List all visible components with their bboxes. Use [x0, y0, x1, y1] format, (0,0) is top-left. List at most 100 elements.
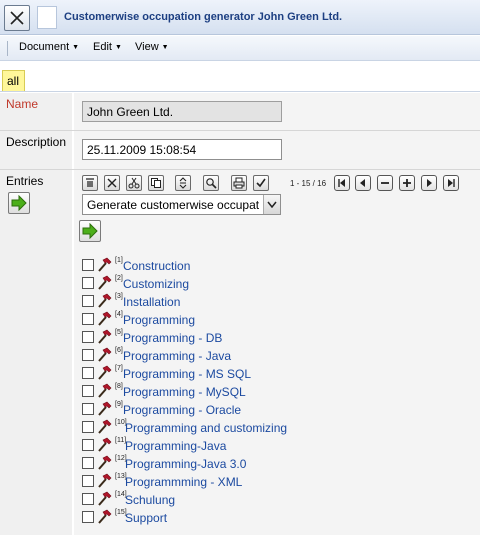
previous-page-button[interactable]	[355, 175, 371, 191]
cut-button[interactable]	[126, 175, 142, 191]
entry-link[interactable]: Programming	[123, 313, 195, 327]
entries-label-cell: Entries	[0, 170, 72, 535]
remove-button[interactable]	[377, 175, 393, 191]
entry-link[interactable]: Construction	[123, 259, 190, 273]
execute-action-button[interactable]	[79, 220, 101, 242]
entry-checkbox[interactable]	[82, 385, 94, 397]
delete-icon	[107, 178, 117, 188]
list-item: [1] Construction	[82, 257, 462, 275]
pager-text: 1 - 15 / 16	[290, 179, 327, 188]
first-page-button[interactable]	[334, 175, 350, 191]
entry-checkbox[interactable]	[82, 259, 94, 271]
entry-checkbox[interactable]	[82, 313, 94, 325]
copy-button[interactable]	[148, 175, 164, 191]
entry-checkbox[interactable]	[82, 349, 94, 361]
entry-checkbox[interactable]	[82, 421, 94, 433]
entry-checkbox[interactable]	[82, 367, 94, 379]
list-item: [6] Programming - Java	[82, 347, 462, 365]
entry-link[interactable]: Programming and customizing	[125, 421, 287, 435]
move-top-button[interactable]	[82, 175, 98, 191]
list-item: [8] Programming - MySQL	[82, 383, 462, 401]
entry-checkbox[interactable]	[82, 331, 94, 343]
menu-document-label: Document	[19, 41, 70, 53]
action-select-value: Generate customerwise occupat	[87, 198, 260, 212]
chevron-down-icon	[267, 201, 277, 208]
menu-separator	[7, 41, 8, 56]
name-cell: John Green Ltd.	[74, 93, 480, 130]
entries-cell: 1 - 15 / 16 Generate customerwise occupa…	[74, 170, 480, 535]
up-down-icon	[179, 177, 187, 189]
entry-link[interactable]: Programming - Oracle	[123, 403, 241, 417]
hammer-icon	[98, 491, 112, 506]
entry-link[interactable]: Programmming - XML	[125, 475, 242, 489]
close-icon	[10, 11, 24, 25]
entry-link[interactable]: Programming-Java	[125, 439, 226, 453]
hammer-icon	[98, 401, 112, 416]
checkmark-icon	[256, 178, 266, 188]
entry-checkbox[interactable]	[82, 403, 94, 415]
entry-checkbox[interactable]	[82, 457, 94, 469]
entry-link[interactable]: Programming - DB	[123, 331, 222, 345]
entry-link[interactable]: Programming - MS SQL	[123, 367, 251, 381]
hammer-icon	[98, 419, 112, 434]
tab-all[interactable]: all	[2, 70, 26, 92]
next-page-button[interactable]	[421, 175, 437, 191]
add-button[interactable]	[399, 175, 415, 191]
last-page-button[interactable]	[443, 175, 459, 191]
menu-document[interactable]: Document ▼	[19, 41, 79, 53]
tab-divider	[0, 91, 480, 92]
hammer-icon	[98, 509, 112, 524]
hammer-icon	[98, 383, 112, 398]
entry-number: [6]	[115, 347, 123, 354]
entry-link[interactable]: Schulung	[125, 493, 175, 507]
menu-view[interactable]: View ▼	[135, 41, 169, 53]
next-icon	[427, 179, 432, 187]
list-item: [3] Installation	[82, 293, 462, 311]
entry-number: [9]	[115, 401, 123, 408]
action-select[interactable]: Generate customerwise occupat	[82, 194, 281, 215]
entry-number: [1]	[115, 257, 123, 264]
entry-checkbox[interactable]	[82, 511, 94, 523]
hammer-icon	[98, 293, 112, 308]
hammer-icon	[98, 329, 112, 344]
print-button[interactable]	[231, 175, 247, 191]
entry-checkbox[interactable]	[82, 277, 94, 289]
list-item: [2] Customizing	[82, 275, 462, 293]
menu-edit-label: Edit	[93, 41, 112, 53]
entry-number: [2]	[115, 275, 123, 282]
description-field[interactable]: 25.11.2009 15:08:54	[82, 139, 282, 160]
check-button[interactable]	[253, 175, 269, 191]
list-item: [14] Schulung	[82, 491, 462, 509]
entry-checkbox[interactable]	[82, 475, 94, 487]
entry-link[interactable]: Programming - Java	[123, 349, 231, 363]
entry-link[interactable]: Customizing	[123, 277, 189, 291]
scissors-icon	[128, 177, 140, 189]
menu-edit[interactable]: Edit ▼	[93, 41, 122, 53]
search-button[interactable]	[203, 175, 219, 191]
green-arrow-right-icon	[11, 195, 27, 211]
entry-checkbox[interactable]	[82, 295, 94, 307]
search-icon	[206, 178, 217, 189]
close-button[interactable]	[4, 5, 30, 31]
hammer-icon	[98, 437, 112, 452]
entry-checkbox[interactable]	[82, 493, 94, 505]
delete-button[interactable]	[104, 175, 120, 191]
description-label: Description	[0, 131, 72, 169]
name-label: Name	[0, 93, 72, 130]
chevron-down-icon: ▼	[114, 44, 122, 51]
move-up-down-button[interactable]	[175, 175, 191, 191]
select-dropdown-arrow[interactable]	[263, 195, 280, 214]
entry-link[interactable]: Programming - MySQL	[123, 385, 246, 399]
list-item: [12] Programming-Java 3.0	[82, 455, 462, 473]
entry-link[interactable]: Programming-Java 3.0	[125, 457, 246, 471]
plus-icon	[403, 179, 411, 187]
entry-link[interactable]: Support	[125, 511, 167, 525]
printer-icon	[233, 177, 245, 189]
entry-link[interactable]: Installation	[123, 295, 180, 309]
entries-go-button[interactable]	[8, 192, 30, 214]
entry-number: [4]	[115, 311, 123, 318]
name-field[interactable]: John Green Ltd.	[82, 101, 282, 122]
list-item: [10] Programming and customizing	[82, 419, 462, 437]
document-icon	[37, 6, 57, 29]
entry-checkbox[interactable]	[82, 439, 94, 451]
